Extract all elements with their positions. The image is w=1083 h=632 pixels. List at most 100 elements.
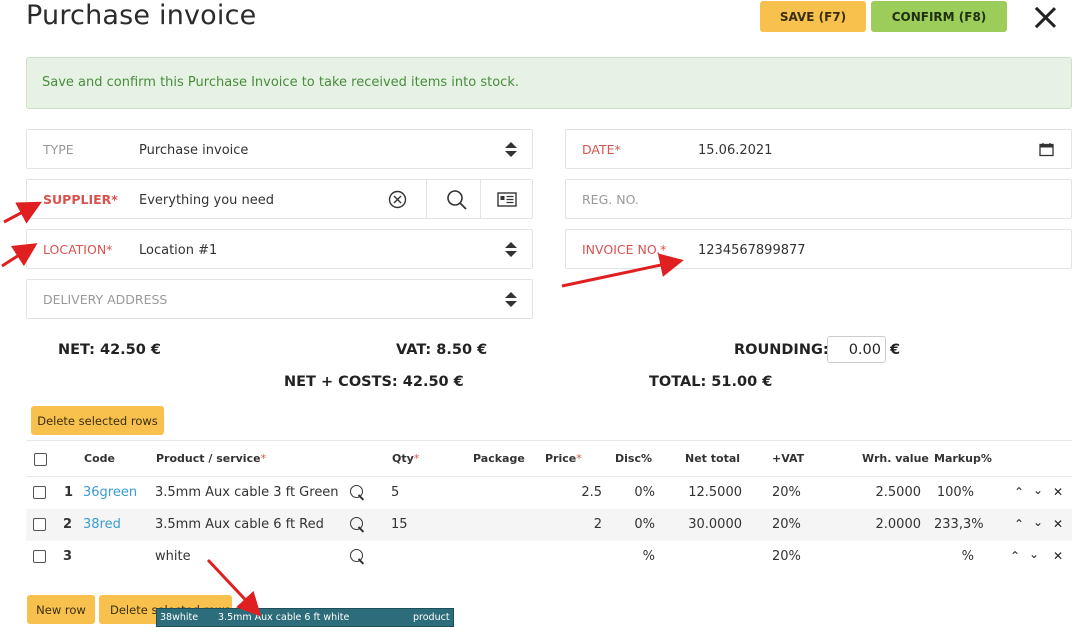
row-vat[interactable]: 20% [772,549,801,564]
supplier-value[interactable]: Everything you need [139,193,274,208]
delivery-address-select[interactable]: DELIVERY ADDRESS [26,279,533,319]
delete-row-icon[interactable]: ✕ [1053,485,1063,499]
search-icon[interactable] [349,516,367,534]
move-up-icon[interactable]: ⌃ [1010,549,1020,563]
location-label: LOCATION* [43,242,113,257]
date-value[interactable]: 15.06.2021 [698,143,772,158]
move-down-icon[interactable]: ⌄ [1033,515,1043,529]
row-product[interactable]: 3.5mm Aux cable 6 ft Red [155,517,324,532]
reg-no-label: REG. NO. [582,192,639,207]
move-up-icon[interactable]: ⌃ [1014,485,1024,499]
suggestion-type: product [413,612,450,623]
row-checkbox[interactable] [33,518,46,531]
calendar-icon[interactable] [1039,142,1054,157]
invoice-no-field[interactable]: INVOICE NO.* 1234567899877 [565,229,1072,269]
search-icon[interactable] [349,484,367,502]
row-markup[interactable]: 100% [937,485,974,500]
table-row: 1 36green 3.5mm Aux cable 3 ft Green 5 2… [26,477,1072,509]
row-product[interactable]: 3.5mm Aux cable 3 ft Green [155,485,339,500]
row-checkbox[interactable] [33,486,46,499]
move-down-icon[interactable]: ⌄ [1033,483,1043,497]
row-qty[interactable]: 15 [391,517,408,532]
reg-no-field[interactable]: REG. NO. [565,179,1072,219]
row-markup[interactable]: % [962,549,974,564]
sort-arrows-icon [505,141,517,159]
row-product-input[interactable]: white [155,549,191,564]
supplier-label: SUPPLIER* [43,192,118,207]
row-code-link[interactable]: 38red [83,517,121,532]
row-number: 1 [64,485,74,500]
type-value: Purchase invoice [139,143,249,158]
supplier-field[interactable]: SUPPLIER* Everything you need [26,179,533,219]
date-field[interactable]: DATE* 15.06.2021 [565,129,1072,169]
header-net-total: Net total [685,452,741,465]
move-up-icon[interactable]: ⌃ [1014,517,1024,531]
save-button[interactable]: SAVE (F7) [760,1,866,32]
row-number: 2 [63,517,73,532]
row-vat[interactable]: 20% [772,485,801,500]
table-row: 2 38red 3.5mm Aux cable 6 ft Red 15 2 0%… [26,509,1072,541]
row-net-total[interactable]: 12.5000 [688,485,742,500]
row-wrh-value: 2.0000 [875,517,922,532]
header-price: Price* [545,452,582,465]
sort-arrows-icon [505,291,517,309]
header-markup: Markup% [934,452,992,465]
required-star: * [260,452,267,465]
row-price[interactable]: 2 [594,517,602,532]
search-icon[interactable] [446,189,468,211]
delivery-address-label: DELIVERY ADDRESS [43,292,168,307]
location-value: Location #1 [139,243,218,258]
clear-icon[interactable] [388,190,407,209]
search-icon[interactable] [349,548,367,566]
divider [480,180,481,218]
header-disc: Disc% [615,452,652,465]
grand-total: TOTAL: 51.00 € [649,374,773,390]
table-row: 3 white % 20% % ⌃ ⌄ ✕ [26,541,1072,573]
date-label: DATE* [582,142,621,157]
delete-row-icon[interactable]: ✕ [1053,549,1063,563]
row-disc[interactable]: % [643,549,655,564]
header-wrh-value: Wrh. value [862,452,929,465]
header-vat: +VAT [772,452,805,465]
vat-total: VAT: 8.50 € [396,342,488,358]
invoice-no-value[interactable]: 1234567899877 [698,243,806,258]
new-row-button[interactable]: New row [27,595,95,624]
header-package: Package [473,452,525,465]
row-checkbox[interactable] [33,550,46,563]
row-disc[interactable]: 0% [634,517,655,532]
row-disc[interactable]: 0% [634,485,655,500]
confirm-button[interactable]: CONFIRM (F8) [871,1,1007,32]
autocomplete-suggestion[interactable]: 38white 3.5mm Aux cable 6 ft white produ… [156,608,454,627]
close-icon[interactable] [1031,3,1059,31]
row-vat[interactable]: 20% [772,517,801,532]
header-product-text: Product / service [156,452,261,465]
rounding-input[interactable]: 0.00 [827,336,886,363]
contact-card-icon[interactable] [497,192,517,207]
net-total: NET: 42.50 € [58,342,161,358]
delete-selected-rows-button[interactable]: Delete selected rows [31,406,164,435]
type-select[interactable]: TYPE Purchase invoice [26,129,533,169]
header-qty: Qty* [392,452,419,465]
location-select[interactable]: LOCATION* Location #1 [26,229,533,269]
suggestion-code: 38white [160,612,199,623]
type-label: TYPE [43,142,74,157]
row-price[interactable]: 2.5 [581,485,602,500]
row-code-link[interactable]: 36green [83,485,137,500]
page-title: Purchase invoice [26,0,257,31]
select-all-checkbox[interactable] [34,453,47,466]
invoice-no-label: INVOICE NO.* [582,242,667,257]
divider [426,180,427,218]
required-star: * [413,452,420,465]
row-qty[interactable]: 5 [391,485,399,500]
row-net-total[interactable]: 30.0000 [688,517,742,532]
row-wrh-value: 2.5000 [875,485,922,500]
suggestion-name: 3.5mm Aux cable 6 ft white [218,612,350,623]
delete-row-icon[interactable]: ✕ [1053,517,1063,531]
row-markup[interactable]: 233,3% [934,517,984,532]
move-down-icon[interactable]: ⌄ [1029,547,1039,561]
table-header: Code Product / service* Qty* Package Pri… [26,440,1072,477]
sort-arrows-icon [505,241,517,259]
header-code: Code [84,452,115,465]
header-product: Product / service* [156,452,266,465]
info-alert: Save and confirm this Purchase Invoice t… [26,57,1072,109]
